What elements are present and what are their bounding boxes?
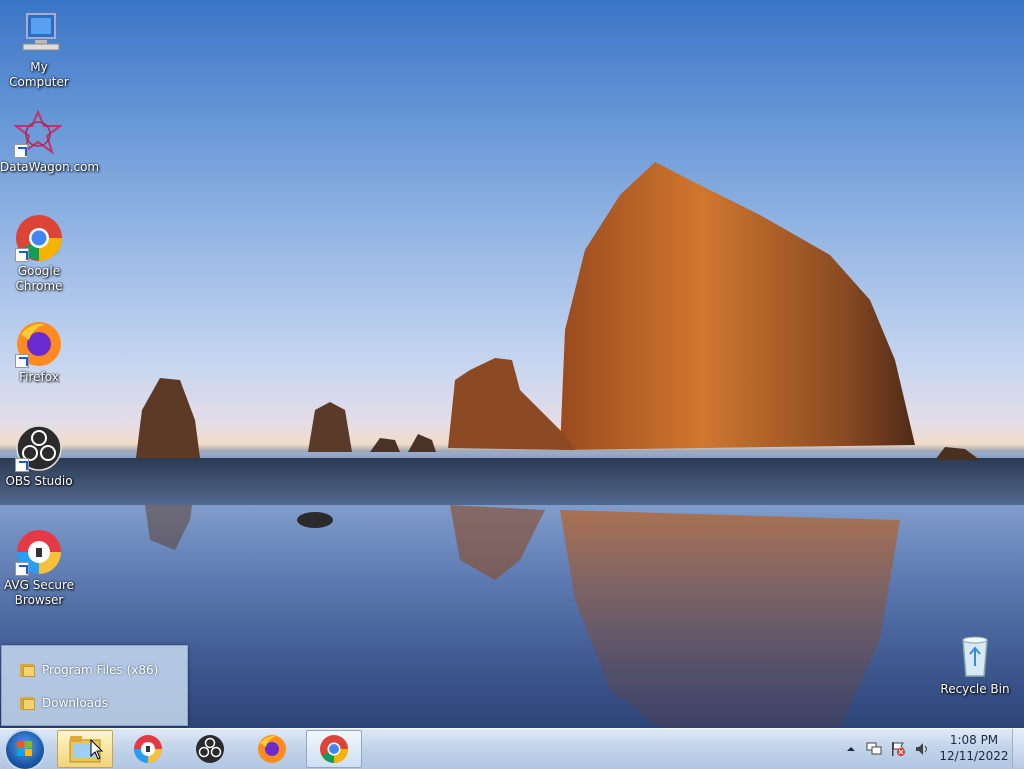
desktop-icon-my-computer[interactable]: My Computer [1,10,77,90]
chrome-icon [320,735,348,763]
haystack-rock [136,162,980,728]
folder-icon [20,696,36,710]
avg-browser-icon [15,528,63,576]
windows-logo-icon [17,741,33,757]
mouse-cursor-icon [90,739,104,760]
jump-list-item-label: Downloads [42,696,108,710]
show-desktop-button[interactable] [1012,729,1024,768]
desktop-icon-google-chrome[interactable]: Google Chrome [1,214,77,294]
jump-list-item-downloads[interactable]: Downloads [20,693,108,713]
desktop-icon-label: DataWagon.com [0,160,100,174]
show-hidden-icons-button[interactable] [846,729,856,769]
obs-icon [15,424,63,472]
desktop-icon-datawagon[interactable]: DataWagon.com [0,109,100,175]
jump-list-item-program-files[interactable]: Program Files (x86) [20,660,158,680]
shortcut-arrow-icon [15,562,29,576]
chrome-icon [15,214,63,262]
chevron-up-icon [847,747,855,751]
volume-tray-icon[interactable] [914,729,930,769]
shortcut-arrow-icon [14,144,28,158]
folder-icon [20,663,36,677]
desktop-icon-obs-studio[interactable]: OBS Studio [1,424,77,489]
desktop-icon-label: OBS Studio [5,474,73,488]
taskbar-button-obs[interactable] [182,730,238,768]
recycle-bin-icon [951,632,999,680]
taskbar [0,728,1024,769]
avg-browser-icon [134,735,162,763]
desktop-icon-label: Google Chrome [15,264,63,293]
desktop-icon-avg-secure-browser[interactable]: AVG Secure Browser [1,528,77,608]
firefox-icon [258,735,286,763]
datawagon-icon [13,109,63,158]
shortcut-arrow-icon [15,458,29,472]
desktop-icon-firefox[interactable]: Firefox [1,320,77,385]
network-icon [866,742,882,755]
jump-list-item-label: Program Files (x86) [42,663,159,677]
taskbar-button-file-explorer[interactable] [57,730,113,768]
desktop-icon-label: Recycle Bin [940,682,1010,696]
desktop-icon-recycle-bin[interactable]: Recycle Bin [937,632,1013,697]
taskbar-button-chrome[interactable] [306,730,362,768]
shortcut-arrow-icon [15,354,29,368]
desktop-background: My Computer DataWagon.com Google Chrome [0,0,1024,728]
shortcut-arrow-icon [15,248,29,262]
network-tray-icon[interactable] [866,729,882,769]
desktop-icon-label: Firefox [19,370,59,384]
taskbar-button-firefox[interactable] [244,730,300,768]
clock-date: 12/11/2022 [939,749,1009,763]
firefox-icon [15,320,63,368]
start-button[interactable] [6,731,44,769]
desktop-icon-label: AVG Secure Browser [3,578,75,607]
action-center-tray-icon[interactable] [890,729,906,769]
speaker-icon [916,743,927,755]
flag-warning-icon [892,742,905,756]
desktop-icon-label: My Computer [9,60,69,89]
computer-icon [15,10,63,58]
taskbar-button-avg-browser[interactable] [120,730,176,768]
taskbar-clock[interactable]: 1:08 PM 12/11/2022 [936,732,1012,764]
obs-icon [196,735,224,763]
clock-time: 1:08 PM [949,733,999,747]
explorer-jump-list: Program Files (x86) Downloads [1,645,188,726]
